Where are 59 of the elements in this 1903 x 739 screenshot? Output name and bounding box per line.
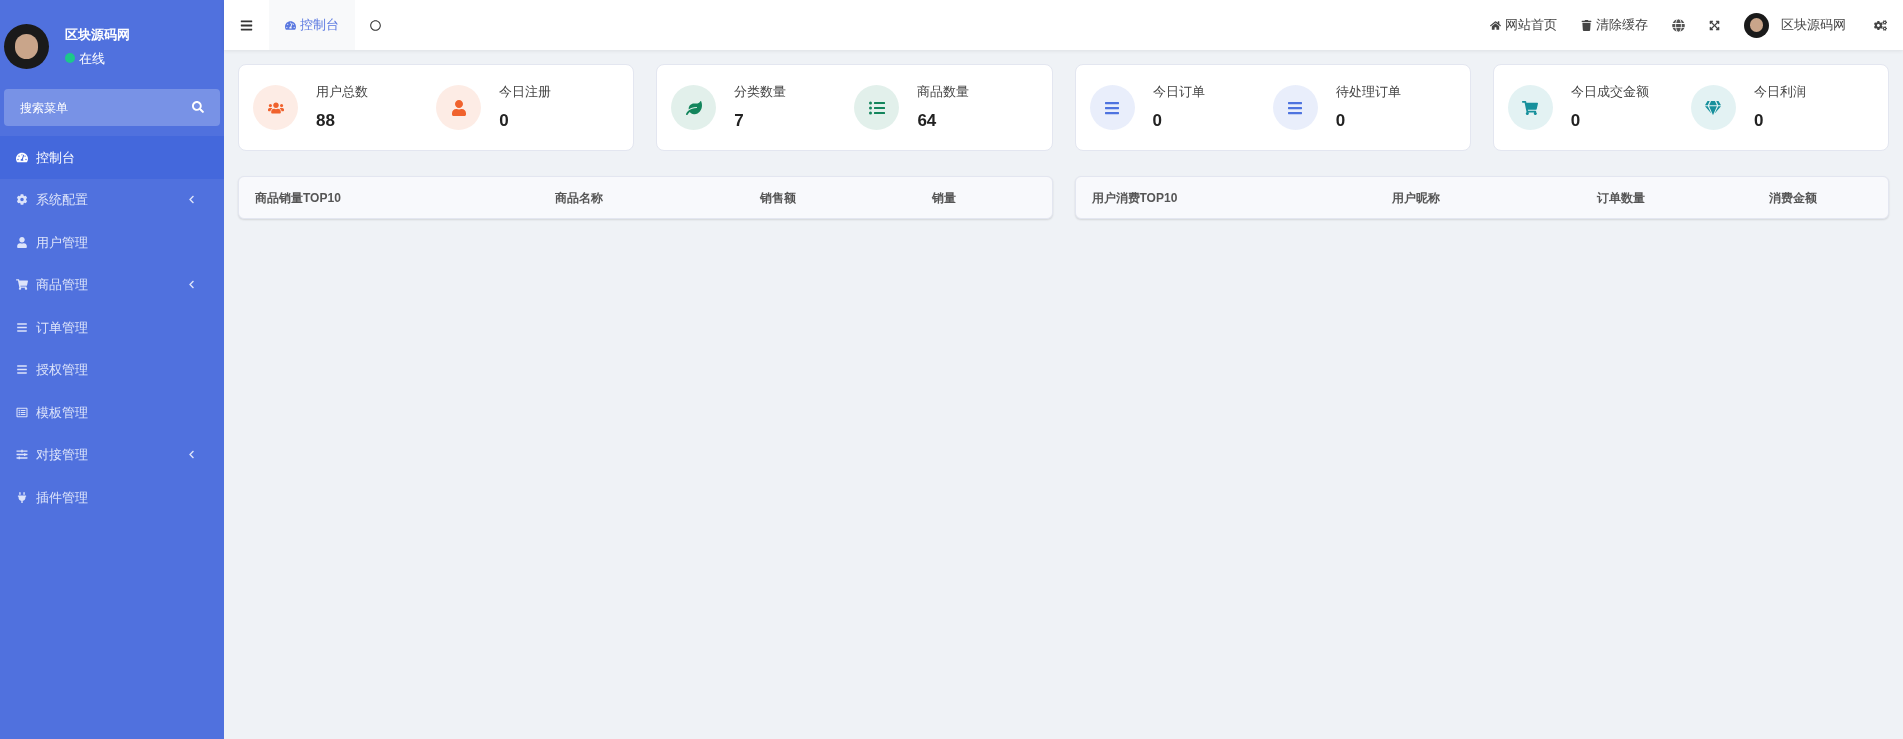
trash-icon [1581, 19, 1592, 31]
list-icon [16, 321, 28, 333]
dashboard-icon [16, 151, 28, 163]
stat-label: 今日利润 [1753, 83, 1806, 101]
column-header: 用户昵称 [1391, 189, 1441, 207]
globe-icon [1672, 18, 1685, 32]
sidebar-item[interactable]: 模板管理 [0, 391, 224, 434]
user-status: 在线 [79, 49, 105, 68]
column-header: 用户消费TOP10 [1091, 189, 1179, 207]
header-link[interactable]: 清除缓存 [1569, 15, 1660, 35]
stat-value: 0 [1753, 109, 1765, 132]
column-header: 商品名称 [555, 189, 604, 207]
stat-label: 待处理订单 [1335, 83, 1401, 101]
column-header: 订单数量 [1596, 189, 1646, 207]
search-icon [192, 101, 204, 113]
avatar [4, 24, 49, 69]
fullscreen-icon [1709, 19, 1720, 31]
sidebar-item[interactable]: 授权管理 [0, 348, 224, 391]
search-field[interactable]: 搜索菜单 [4, 89, 220, 126]
sidebar-item[interactable]: 用户管理 [0, 221, 224, 264]
tab[interactable]: 控制台 [269, 0, 355, 50]
column-header: 销量 [932, 189, 957, 207]
sidebar-item[interactable]: 商品管理 [0, 263, 224, 306]
stat-label: 商品数量 [917, 83, 970, 101]
dashboard-icon [285, 19, 296, 31]
sidebar-item[interactable]: 订单管理 [0, 306, 224, 349]
stat-label: 用户总数 [316, 83, 368, 101]
header-link[interactable]: 网站首页 [1478, 15, 1569, 35]
stat-value: 0 [1152, 109, 1163, 132]
stat-value: 0 [499, 109, 510, 132]
column-header: 商品销量TOP10 [255, 189, 342, 207]
stat-label: 今日订单 [1152, 83, 1205, 101]
avatar [1744, 12, 1769, 38]
user-icon [16, 236, 28, 248]
list-icon [16, 364, 28, 376]
sliders-icon [16, 449, 28, 461]
gear-icon [16, 194, 28, 206]
stat-value: 7 [734, 109, 745, 132]
stat-value: 88 [316, 109, 336, 132]
user-name: 区块源码网 [65, 26, 130, 44]
header-user-name[interactable]: 区块源码网 [1781, 15, 1846, 35]
stat-value: 0 [1335, 109, 1347, 132]
column-header: 销售额 [760, 189, 797, 207]
stat-value: 64 [917, 109, 938, 132]
stat-label: 今日成交金额 [1570, 83, 1649, 101]
column-header: 消费金额 [1768, 189, 1818, 207]
sidebar-item[interactable]: 对接管理 [0, 433, 224, 476]
sidebar-item[interactable]: 系统配置 [0, 178, 224, 221]
home-icon [1490, 19, 1501, 31]
menu-icon [240, 18, 253, 32]
stat-value: 0 [1570, 109, 1582, 132]
sidebar-item[interactable]: 插件管理 [0, 476, 224, 519]
cart-icon [16, 279, 28, 291]
plug-icon [16, 491, 28, 503]
stat-label: 分类数量 [734, 83, 787, 101]
stat-label: 今日注册 [499, 83, 552, 101]
table-icon [16, 406, 28, 418]
sidebar-item[interactable]: 控制台 [0, 136, 224, 179]
settings-icon [1874, 18, 1887, 32]
